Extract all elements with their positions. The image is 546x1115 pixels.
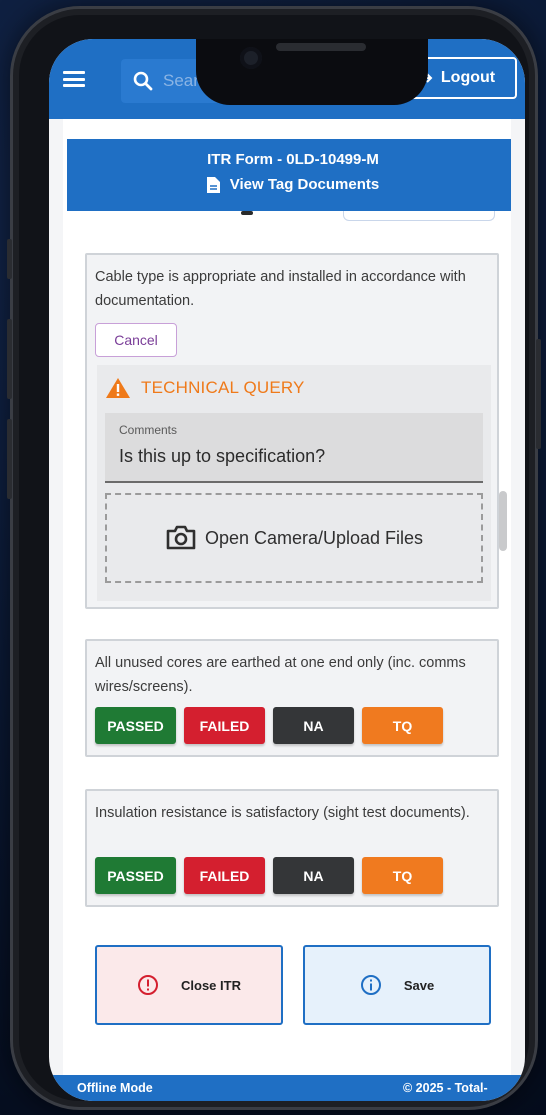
na-button[interactable]: NA bbox=[273, 857, 354, 894]
document-icon bbox=[206, 176, 220, 193]
front-camera bbox=[240, 47, 262, 69]
status-button-row: PASSED FAILED NA TQ bbox=[95, 707, 443, 744]
earpiece-speaker bbox=[276, 43, 366, 51]
partially-hidden-field bbox=[343, 211, 495, 221]
check-item-card: Insulation resistance is satisfactory (s… bbox=[85, 789, 499, 907]
save-label: Save bbox=[403, 977, 435, 993]
save-button[interactable]: Save bbox=[303, 945, 491, 1025]
check-question: All unused cores are earthed at one end … bbox=[95, 655, 466, 695]
phone-notch bbox=[196, 39, 428, 105]
passed-button[interactable]: PASSED bbox=[95, 857, 176, 894]
comments-value[interactable]: Is this up to specification? bbox=[119, 446, 325, 467]
comments-field[interactable]: Comments Is this up to specification? bbox=[105, 413, 483, 483]
failed-button[interactable]: FAILED bbox=[184, 857, 265, 894]
phone-frame: Logout ITR Form - 0LD-10499-M View Tag D… bbox=[7, 6, 541, 1110]
tq-button[interactable]: TQ bbox=[362, 857, 443, 894]
warning-icon bbox=[106, 378, 130, 398]
itr-header: ITR Form - 0LD-10499-M View Tag Document… bbox=[67, 139, 511, 211]
footer-bar: Offline Mode © 2025 - Total- bbox=[49, 1075, 525, 1101]
passed-button[interactable]: PASSED bbox=[95, 707, 176, 744]
search-icon bbox=[133, 71, 153, 91]
upload-files-button[interactable]: Open Camera/Upload Files bbox=[105, 493, 483, 583]
na-button[interactable]: NA bbox=[273, 707, 354, 744]
tq-button[interactable]: TQ bbox=[362, 707, 443, 744]
check-item-card: All unused cores are earthed at one end … bbox=[85, 639, 499, 757]
info-circle-icon bbox=[360, 975, 381, 995]
technical-query-heading: TECHNICAL QUERY bbox=[105, 377, 305, 399]
camera-icon bbox=[166, 525, 196, 550]
technical-query-label: TECHNICAL QUERY bbox=[141, 378, 305, 397]
error-circle-icon bbox=[138, 975, 159, 995]
partially-hidden-marker bbox=[241, 211, 253, 215]
close-itr-label: Close ITR bbox=[181, 977, 241, 993]
volume-down-button bbox=[7, 419, 12, 499]
itr-title: ITR Form - 0LD-10499-M bbox=[207, 151, 379, 168]
technical-query-panel: TECHNICAL QUERY Comments Is this up to s… bbox=[97, 365, 491, 601]
upload-files-label: Open Camera/Upload Files bbox=[204, 527, 424, 548]
mute-switch bbox=[7, 239, 12, 279]
cancel-button[interactable]: Cancel bbox=[95, 323, 177, 357]
check-question: Insulation resistance is satisfactory (s… bbox=[95, 805, 470, 821]
phone-screen: Logout ITR Form - 0LD-10499-M View Tag D… bbox=[49, 39, 525, 1101]
main-content: ITR Form - 0LD-10499-M View Tag Document… bbox=[63, 119, 511, 1075]
offline-mode-indicator: Offline Mode bbox=[77, 1081, 153, 1095]
close-itr-button[interactable]: Close ITR bbox=[95, 945, 283, 1025]
view-tag-documents-link[interactable]: View Tag Documents bbox=[67, 176, 511, 193]
failed-button[interactable]: FAILED bbox=[184, 707, 265, 744]
check-question: Cable type is appropriate and installed … bbox=[95, 269, 466, 309]
comments-label: Comments bbox=[119, 423, 178, 437]
view-tag-documents-label: View Tag Documents bbox=[229, 176, 380, 193]
logout-label: Logout bbox=[440, 69, 496, 86]
status-button-row: PASSED FAILED NA TQ bbox=[95, 857, 443, 894]
scrollbar-thumb[interactable] bbox=[499, 491, 507, 551]
check-item-card: Cable type is appropriate and installed … bbox=[85, 253, 499, 609]
power-button bbox=[536, 339, 541, 449]
copyright-text: © 2025 - Total- bbox=[403, 1081, 488, 1095]
volume-up-button bbox=[7, 319, 12, 399]
menu-icon[interactable] bbox=[63, 71, 85, 87]
